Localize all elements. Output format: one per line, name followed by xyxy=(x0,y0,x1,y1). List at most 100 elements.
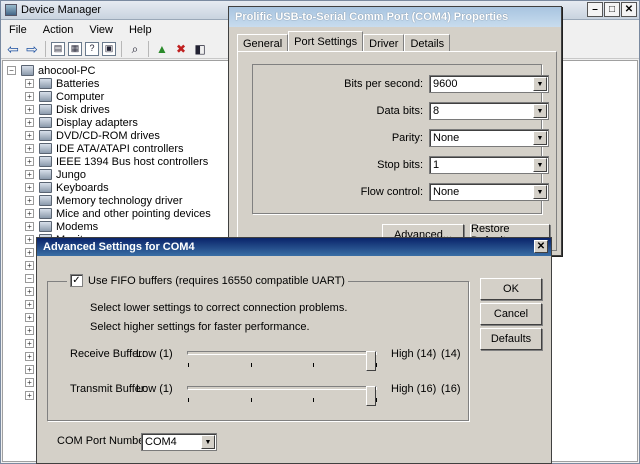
memory-icon xyxy=(39,195,52,206)
expand-icon[interactable]: + xyxy=(25,248,34,257)
tree-item-ide-controllers[interactable]: + IDE ATA/ATAPI controllers xyxy=(25,142,184,155)
expand-icon[interactable]: + xyxy=(25,365,34,374)
back-arrow-icon[interactable]: ⇦ xyxy=(5,41,21,57)
advanced-settings-dialog: Advanced Settings for COM4 ✕ ✓ Use FIFO … xyxy=(36,237,552,464)
tree-root[interactable]: − ahocool-PC xyxy=(7,64,95,77)
expand-icon[interactable]: + xyxy=(25,235,34,244)
com-port-number-value: COM4 xyxy=(145,436,177,448)
collapse-icon[interactable]: − xyxy=(25,274,34,283)
stop-bits-select[interactable]: 1 ▼ xyxy=(429,156,549,174)
expand-icon[interactable]: + xyxy=(25,222,34,231)
tree-item-label: IEEE 1394 Bus host controllers xyxy=(56,155,209,168)
battery-icon xyxy=(39,78,52,89)
transmit-slider-thumb[interactable] xyxy=(366,386,376,406)
tree-item-label: Jungo xyxy=(56,168,86,181)
field-flow-control: Flow control: None ▼ xyxy=(253,183,549,201)
flow-control-select[interactable]: None ▼ xyxy=(429,183,549,201)
chevron-down-icon[interactable]: ▼ xyxy=(533,158,547,172)
tree-item-label: DVD/CD-ROM drives xyxy=(56,129,160,142)
menu-view[interactable]: View xyxy=(81,24,121,36)
parity-select[interactable]: None ▼ xyxy=(429,129,549,147)
expand-icon[interactable]: + xyxy=(25,196,34,205)
close-icon[interactable]: ✕ xyxy=(534,240,548,253)
fifo-checkbox[interactable]: ✓ xyxy=(70,274,83,287)
chevron-down-icon[interactable]: ▼ xyxy=(533,77,547,91)
expand-icon[interactable]: + xyxy=(25,105,34,114)
expand-icon[interactable]: + xyxy=(25,339,34,348)
tab-driver[interactable]: Driver xyxy=(363,34,405,52)
menu-help[interactable]: Help xyxy=(121,24,160,36)
help-icon[interactable]: ? xyxy=(85,41,99,56)
modem-icon xyxy=(39,221,52,232)
jungo-icon xyxy=(39,169,52,180)
close-button[interactable]: ✕ xyxy=(621,2,637,17)
expand-icon[interactable]: + xyxy=(25,157,34,166)
expand-icon[interactable]: + xyxy=(25,92,34,101)
transmit-buffer-slider[interactable] xyxy=(187,386,377,406)
collapse-icon[interactable]: − xyxy=(7,66,16,75)
tree-item-batteries[interactable]: + Batteries xyxy=(25,77,99,90)
chevron-down-icon[interactable]: ▼ xyxy=(533,131,547,145)
chevron-down-icon[interactable]: ▼ xyxy=(533,104,547,118)
disable-device-icon[interactable]: ✖ xyxy=(173,41,189,57)
tab-details[interactable]: Details xyxy=(404,34,451,52)
expand-icon[interactable]: + xyxy=(25,287,34,296)
tab-general[interactable]: General xyxy=(237,34,289,52)
slider-tick xyxy=(188,363,189,367)
tree-item-mice[interactable]: + Mice and other pointing devices xyxy=(25,207,211,220)
minimize-button[interactable]: – xyxy=(587,2,603,17)
tree-item-modems[interactable]: + Modems xyxy=(25,220,98,233)
properties-icon[interactable]: ▤ xyxy=(51,41,65,56)
maximize-button[interactable]: □ xyxy=(604,2,620,17)
tree-item-ieee1394[interactable]: + IEEE 1394 Bus host controllers xyxy=(25,155,208,168)
expand-icon[interactable]: + xyxy=(25,118,34,127)
show-hidden-icon[interactable]: ▣ xyxy=(102,41,116,56)
tree-item-dvd-drives[interactable]: + DVD/CD-ROM drives xyxy=(25,129,160,142)
expand-icon[interactable]: + xyxy=(25,183,34,192)
menu-action[interactable]: Action xyxy=(35,24,82,36)
cancel-button[interactable]: Cancel xyxy=(480,303,542,325)
ok-button[interactable]: OK xyxy=(480,278,542,300)
parity-label: Parity: xyxy=(391,132,423,144)
chevron-down-icon[interactable]: ▼ xyxy=(533,185,547,199)
receive-current-value: (14) xyxy=(441,348,461,360)
expand-icon[interactable]: + xyxy=(25,326,34,335)
defaults-button[interactable]: Defaults xyxy=(480,328,542,350)
expand-icon[interactable]: + xyxy=(25,313,34,322)
parity-value: None xyxy=(433,132,460,144)
bits-per-second-select[interactable]: 9600 ▼ xyxy=(429,75,549,93)
receive-low-label: Low (1) xyxy=(136,348,173,360)
expand-icon[interactable]: + xyxy=(25,79,34,88)
tree-item-display-adapters[interactable]: + Display adapters xyxy=(25,116,138,129)
tree-item-disk-drives[interactable]: + Disk drives xyxy=(25,103,110,116)
expand-icon[interactable]: + xyxy=(25,131,34,140)
expand-icon[interactable]: + xyxy=(25,352,34,361)
tree-item-memory-technology[interactable]: + Memory technology driver xyxy=(25,194,183,207)
chevron-down-icon[interactable]: ▼ xyxy=(201,435,215,449)
scan-hardware-icon[interactable]: ⌕ xyxy=(127,41,143,57)
menu-file[interactable]: File xyxy=(1,24,35,36)
expand-icon[interactable]: + xyxy=(25,261,34,270)
expand-icon[interactable]: + xyxy=(25,170,34,179)
tree-view-icon[interactable]: ▦ xyxy=(68,41,82,56)
tree-item-label: Disk drives xyxy=(56,103,110,116)
fifo-option[interactable]: ✓ Use FIFO buffers (requires 16550 compa… xyxy=(67,274,348,287)
expand-icon[interactable]: + xyxy=(25,300,34,309)
tree-item-keyboards[interactable]: + Keyboards xyxy=(25,181,109,194)
com-port-number-select[interactable]: COM4 ▼ xyxy=(141,433,217,451)
expand-icon[interactable]: + xyxy=(25,209,34,218)
forward-arrow-icon[interactable]: ⇨ xyxy=(24,41,40,57)
tree-item-jungo[interactable]: + Jungo xyxy=(25,168,86,181)
tab-port-settings[interactable]: Port Settings xyxy=(288,31,364,52)
expand-icon[interactable]: + xyxy=(25,144,34,153)
tree-item-label: Computer xyxy=(56,90,105,103)
expand-icon[interactable]: + xyxy=(25,391,34,400)
update-driver-icon[interactable]: ▲ xyxy=(154,41,170,57)
expand-icon[interactable]: + xyxy=(25,378,34,387)
receive-slider-thumb[interactable] xyxy=(366,351,376,371)
tree-item-computer[interactable]: + Computer xyxy=(25,90,104,103)
receive-buffer-label: Receive Buffer: xyxy=(70,348,146,360)
uninstall-device-icon[interactable]: ◧ xyxy=(192,41,208,57)
receive-buffer-slider[interactable] xyxy=(187,351,377,371)
data-bits-select[interactable]: 8 ▼ xyxy=(429,102,549,120)
